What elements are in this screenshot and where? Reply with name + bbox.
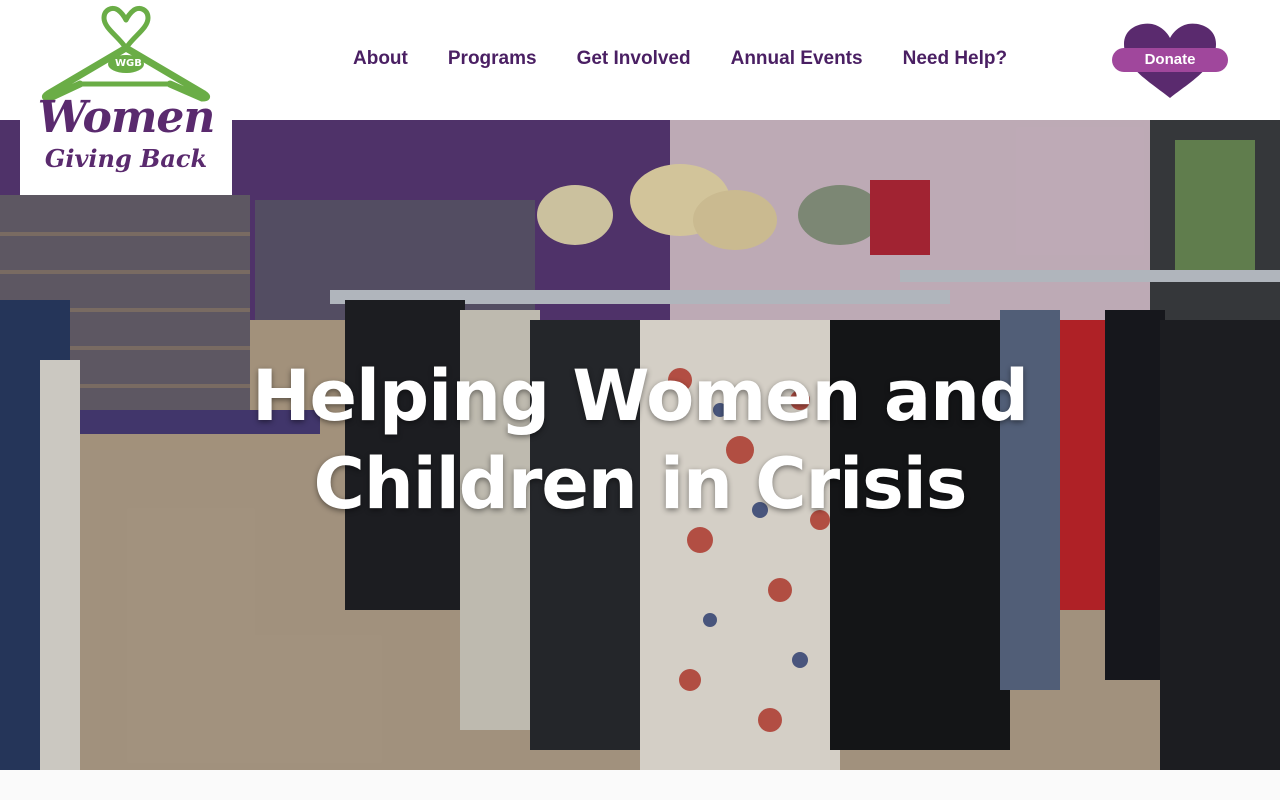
- nav-programs[interactable]: Programs: [448, 48, 537, 70]
- hero-title-line-2: Children in Crisis: [313, 443, 968, 525]
- main-nav: About Programs Get Involved Annual Event…: [333, 48, 1027, 70]
- hero-title: Helping Women and Children in Crisis: [240, 352, 1040, 528]
- logo-badge: WGB: [115, 58, 142, 69]
- nav-about[interactable]: About: [353, 48, 408, 70]
- nav-need-help[interactable]: Need Help?: [903, 48, 1008, 70]
- donate-button[interactable]: Donate: [1110, 20, 1230, 100]
- hero-banner: Helping Women and Children in Crisis: [0, 120, 1280, 770]
- donate-label: Donate: [1112, 48, 1228, 72]
- logo-text-giving-back: Giving Back: [44, 144, 208, 173]
- hero-title-line-1: Helping Women and: [251, 355, 1029, 437]
- logo-text-women: Women: [37, 92, 216, 143]
- site-logo[interactable]: WGB Women Giving Back: [20, 0, 232, 195]
- below-hero-strip: [0, 770, 1280, 800]
- nav-annual-events[interactable]: Annual Events: [731, 48, 863, 70]
- nav-get-involved[interactable]: Get Involved: [577, 48, 691, 70]
